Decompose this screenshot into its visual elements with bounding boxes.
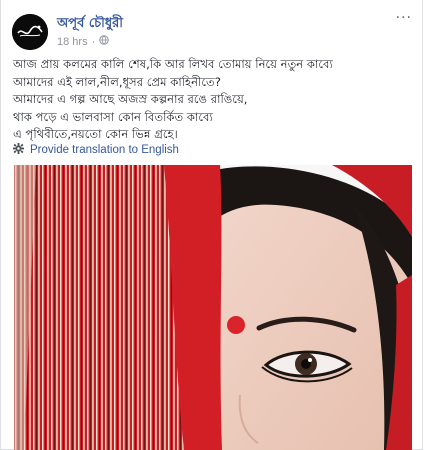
avatar[interactable]	[12, 14, 48, 50]
post-text-line: থাক পড়ে এ ভালবাসা কোন বিতর্কিত কাব্যে	[13, 109, 213, 124]
feed-post: অপূর্ব চৌধুরী 18 hrs · ··· আজ প্রায় কলম…	[0, 0, 423, 450]
post-meta: 18 hrs ·	[57, 35, 109, 48]
post-text-line: আমাদের এই লাল,নীল,ধূসর প্রেম কাহিনীতে?	[13, 74, 221, 89]
translate-label: Provide translation to English	[30, 144, 179, 156]
more-options-icon[interactable]: ···	[396, 10, 412, 26]
gear-icon	[13, 143, 24, 157]
post-photo[interactable]	[14, 165, 412, 450]
post-text-line: এ পৃথিবীতে,নয়তো কোন ভিন্ন গ্রহে।	[13, 127, 178, 141]
meta-separator: ·	[91, 35, 96, 48]
translate-link[interactable]: Provide translation to English	[13, 143, 179, 157]
post-author-name[interactable]: অপূর্ব চৌধুরী	[57, 14, 123, 35]
avatar-logo-icon	[12, 14, 48, 50]
post-timestamp[interactable]: 18 hrs	[57, 36, 88, 48]
globe-icon[interactable]	[99, 35, 109, 48]
post-text-line: আজ প্রায় কলমের কালি শেষ,কি আর লিখব তোমা…	[13, 57, 333, 71]
post-text: আজ প্রায় কলমের কালি শেষ,কি আর লিখব তোমা…	[13, 56, 413, 144]
post-text-line: আমাদের এ গল্প আছে অজস্র কল্পনার রঙে রাঙি…	[13, 92, 248, 106]
